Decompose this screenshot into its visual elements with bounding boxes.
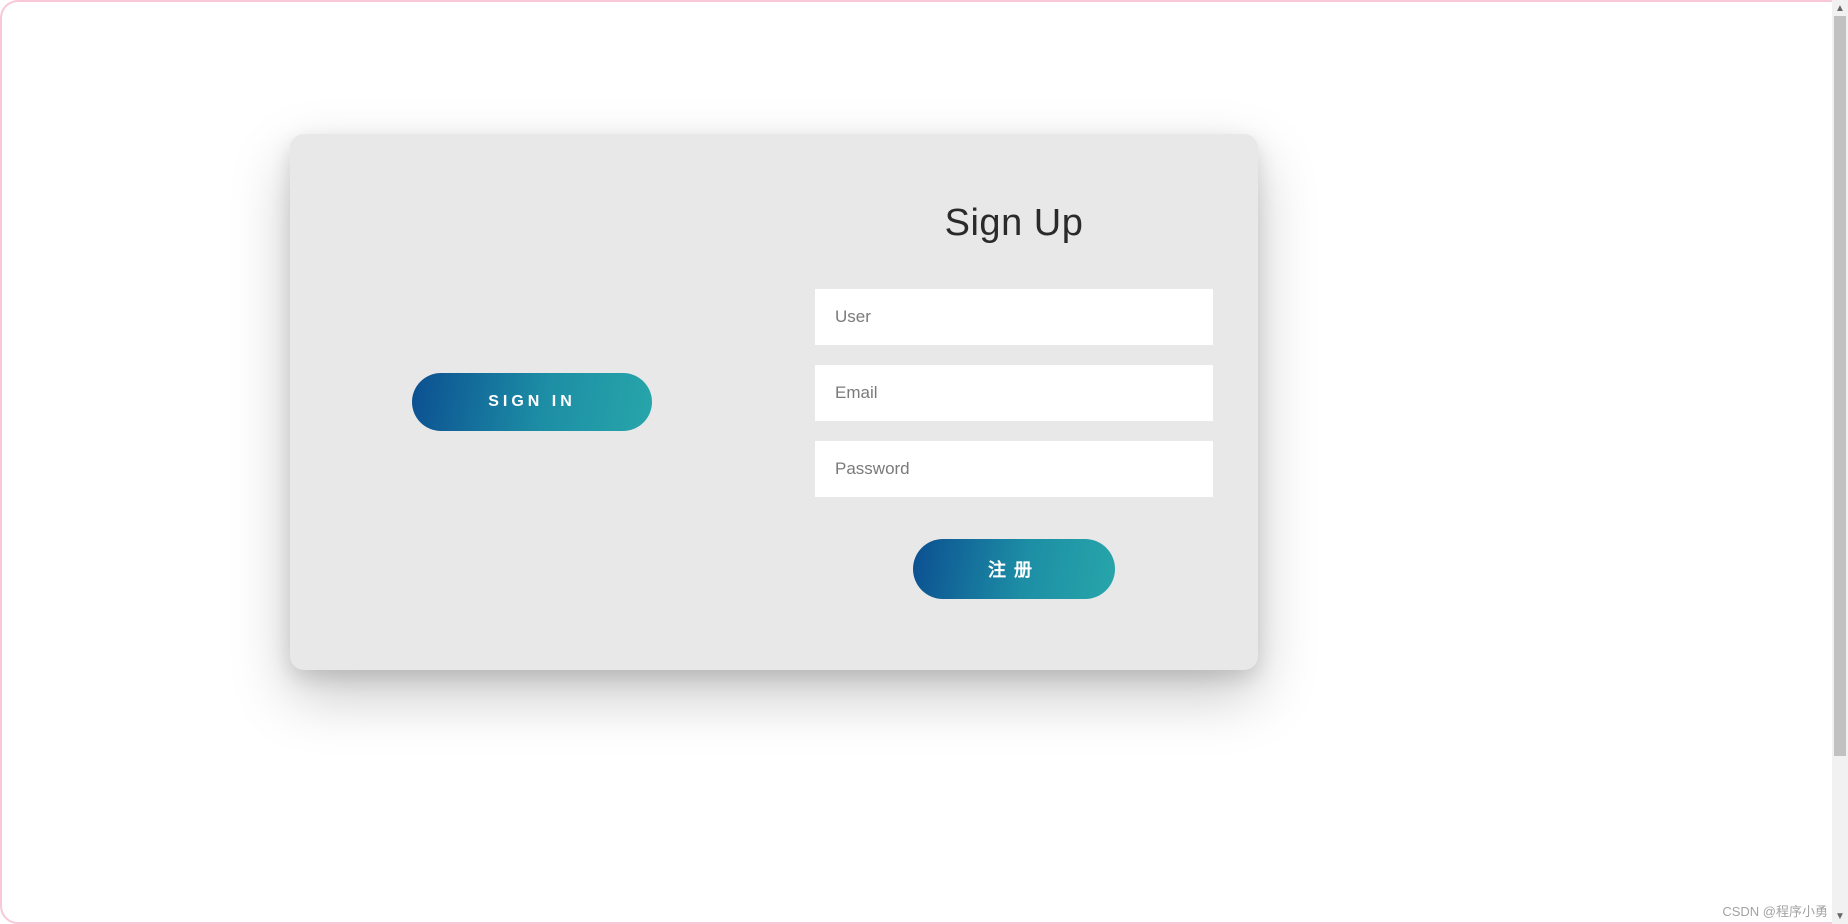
user-field[interactable] [815, 289, 1213, 345]
watermark-text: CSDN @程序小勇 [1722, 901, 1828, 920]
scrollbar-track[interactable]: ▲ ▼ [1832, 0, 1848, 924]
signin-panel: SIGN IN [290, 134, 774, 670]
auth-card: SIGN IN Sign Up 注册 [290, 134, 1258, 670]
scrollbar-thumb[interactable] [1834, 16, 1846, 756]
signup-heading: Sign Up [945, 202, 1084, 245]
scrollbar-down-arrow-icon[interactable]: ▼ [1832, 908, 1848, 924]
signin-button[interactable]: SIGN IN [412, 373, 652, 431]
password-field[interactable] [815, 441, 1213, 497]
scrollbar-up-arrow-icon[interactable]: ▲ [1832, 0, 1848, 16]
email-field[interactable] [815, 365, 1213, 421]
signup-panel: Sign Up 注册 [774, 134, 1258, 670]
register-button[interactable]: 注册 [913, 539, 1115, 599]
